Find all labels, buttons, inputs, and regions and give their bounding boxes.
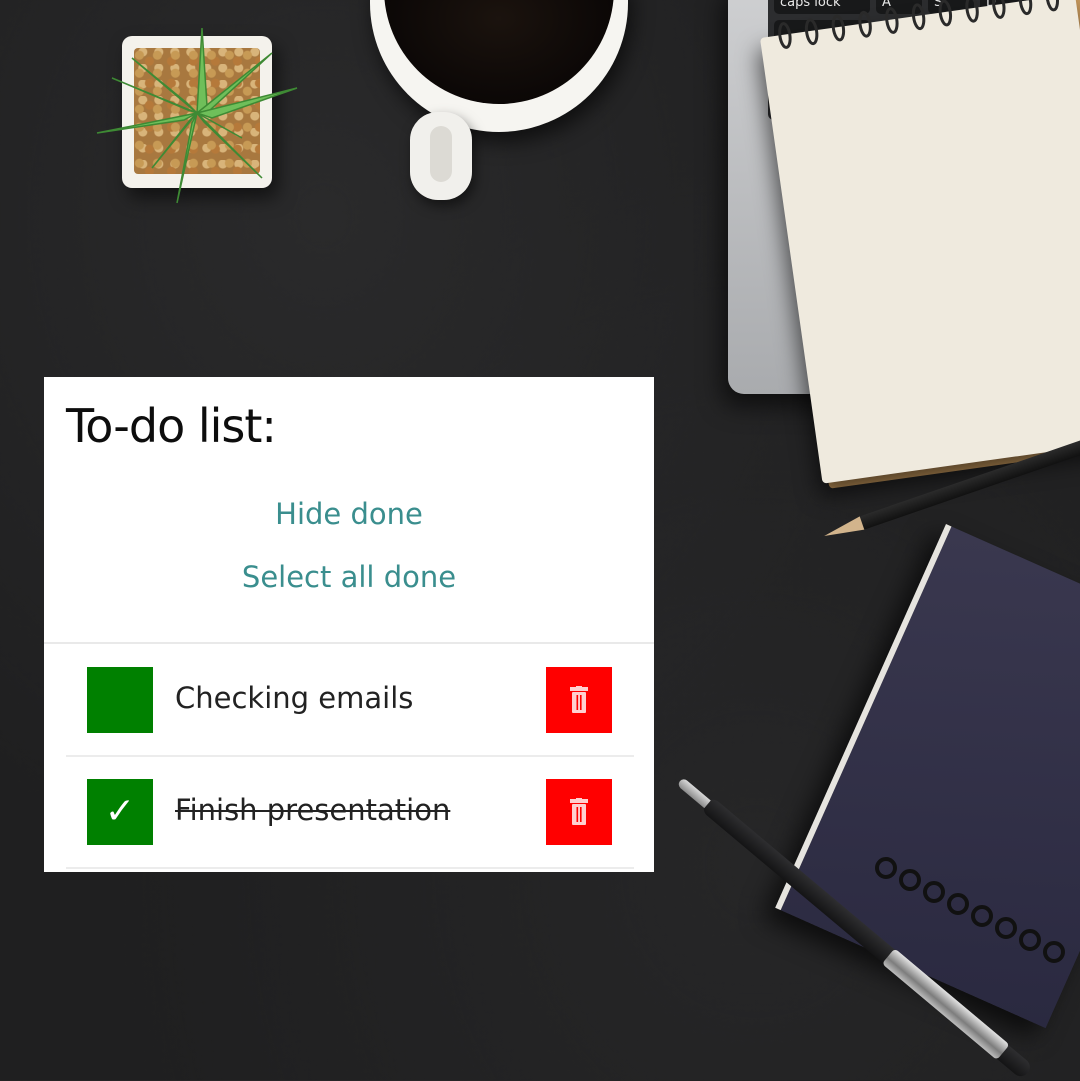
- spiral-notepad: [760, 0, 1080, 484]
- todo-card: To-do list: Hide done Select all done Ch…: [44, 377, 654, 872]
- todo-item-text: Checking emails: [175, 681, 414, 715]
- succulent-leaves: [96, 27, 298, 204]
- todo-item-text: Finish presentation: [175, 793, 451, 827]
- trash-icon: [570, 686, 588, 713]
- todo-title: To-do list:: [66, 399, 277, 453]
- cup-handle: [410, 112, 472, 200]
- coffee: [384, 0, 614, 104]
- pen-tip: [676, 777, 711, 809]
- desk-background: caps lock A S D shift X C: [0, 0, 1080, 1080]
- todo-item: Checking emails: [66, 645, 634, 757]
- coffee-cup: [370, 0, 628, 132]
- divider: [44, 642, 654, 644]
- todo-item: ✓ Finish presentation: [66, 757, 634, 869]
- select-all-done-button[interactable]: Select all done: [44, 560, 654, 594]
- delete-button[interactable]: [546, 667, 612, 733]
- caps-lock-label: caps lock: [780, 0, 841, 10]
- trash-icon: [570, 798, 588, 825]
- notebook-rings: [875, 857, 1065, 963]
- checkbox-checked[interactable]: ✓: [87, 779, 153, 845]
- hide-done-button[interactable]: Hide done: [44, 497, 654, 531]
- delete-button[interactable]: [546, 779, 612, 845]
- checkbox-unchecked[interactable]: [87, 667, 153, 733]
